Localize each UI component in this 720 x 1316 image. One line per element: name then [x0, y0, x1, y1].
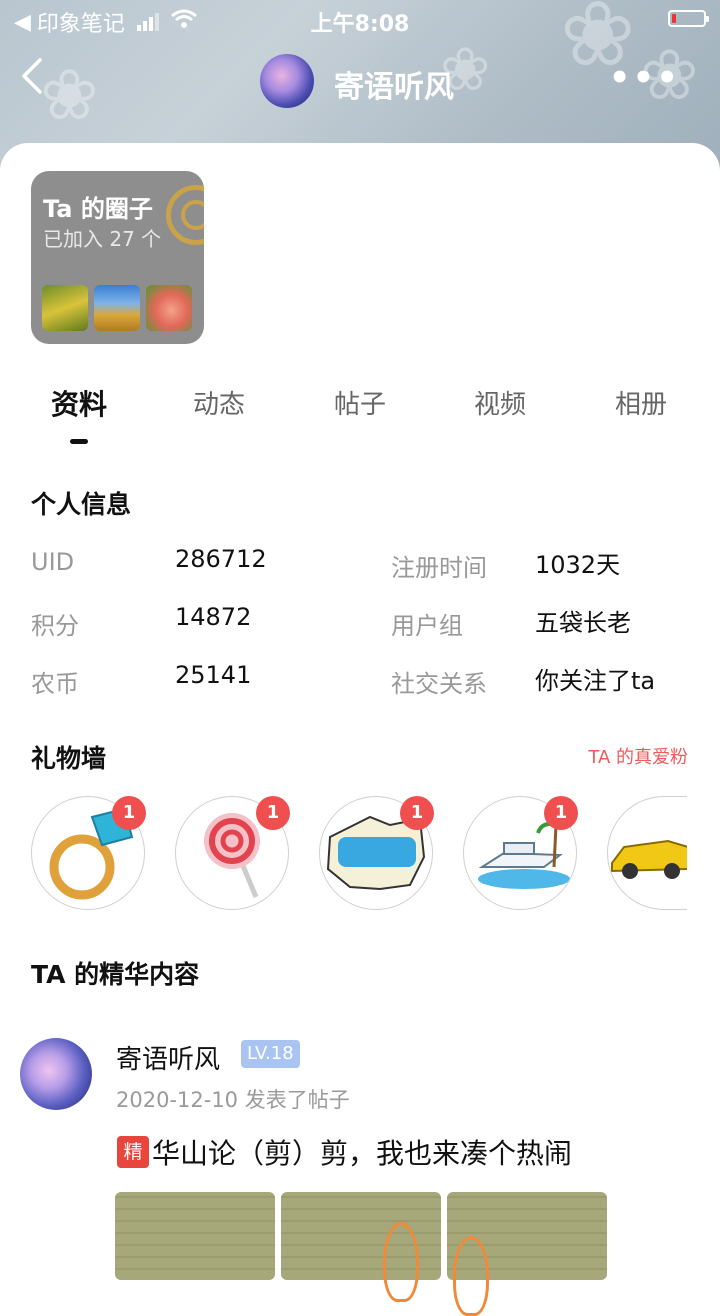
status-time: 上午8:08	[310, 12, 410, 37]
info-value: 286712	[175, 545, 267, 573]
section-title-featured: TA 的精华内容	[31, 960, 200, 989]
chevron-left-icon[interactable]	[18, 56, 58, 106]
ring-logo-icon	[166, 185, 204, 245]
tab-profile[interactable]: 资料	[51, 383, 107, 423]
sports-car-icon	[611, 839, 687, 879]
tab-activity[interactable]: 动态	[193, 384, 245, 421]
circle-card-subtitle: 已加入 27 个	[43, 227, 162, 251]
gift-count-badge: 1	[256, 796, 290, 830]
battery-icon	[668, 10, 709, 27]
true-fans-link[interactable]: TA 的真爱粉	[588, 743, 688, 769]
more-dots-icon[interactable]: •••	[609, 58, 680, 98]
level-badge: LV.18	[241, 1040, 300, 1068]
info-value: 25141	[175, 661, 252, 689]
tab-album[interactable]: 相册	[615, 384, 667, 421]
featured-tag: 精	[117, 1136, 149, 1168]
gift-count-badge: 1	[400, 796, 434, 830]
circle-card[interactable]: Ta 的圈子 已加入 27 个	[31, 171, 204, 344]
circle-thumbnail-peach	[146, 285, 192, 331]
gift-count-badge: 1	[112, 796, 146, 830]
post-meta: 2020-12-10 发表了帖子	[116, 1088, 350, 1112]
profile-sheet: Ta 的圈子 已加入 27 个 资料 动态 帖子 视频 相册 个人信息 UID …	[0, 143, 720, 1316]
tab-videos[interactable]: 视频	[474, 384, 526, 421]
info-value: 1032天	[535, 551, 621, 579]
circle-card-title: Ta 的圈子	[43, 195, 153, 223]
gift-count-badge: 1	[544, 796, 578, 830]
annotation-highlight	[453, 1236, 489, 1316]
status-bar: ◀ 印象笔记 上午8:08	[0, 0, 720, 40]
avatar[interactable]	[20, 1038, 92, 1110]
post-image[interactable]	[281, 1192, 441, 1302]
post-image[interactable]	[115, 1192, 275, 1280]
info-value: 五袋长老	[535, 609, 631, 637]
info-label: 社交关系	[391, 670, 487, 698]
annotation-highlight	[383, 1222, 419, 1302]
info-value: 14872	[175, 603, 252, 631]
page-title: 寄语听风	[334, 70, 454, 105]
section-title-personal-info: 个人信息	[31, 490, 132, 519]
info-value[interactable]: 你关注了ta	[535, 661, 655, 696]
top-nav: 寄语听风 •••	[0, 50, 720, 112]
circle-thumbnail-corn	[42, 285, 88, 331]
info-label: 积分	[31, 612, 79, 640]
tab-posts[interactable]: 帖子	[334, 384, 386, 421]
post-author[interactable]: 寄语听风	[116, 1039, 220, 1076]
section-title-gift-wall: 礼物墙	[31, 744, 107, 773]
gift-sports-car[interactable]	[607, 796, 687, 910]
info-label: UID	[31, 548, 75, 576]
post-title[interactable]: 华山论（剪）剪，我也来凑个热闹	[152, 1132, 572, 1172]
active-tab-indicator	[70, 439, 88, 444]
post-image[interactable]	[447, 1192, 607, 1316]
info-label: 注册时间	[391, 554, 487, 582]
tab-bar: 资料 动态 帖子 视频 相册	[0, 383, 720, 444]
circle-thumbnail-wheat	[94, 285, 140, 331]
info-label: 农币	[31, 670, 79, 698]
avatar[interactable]	[260, 54, 314, 108]
info-label: 用户组	[391, 612, 463, 640]
